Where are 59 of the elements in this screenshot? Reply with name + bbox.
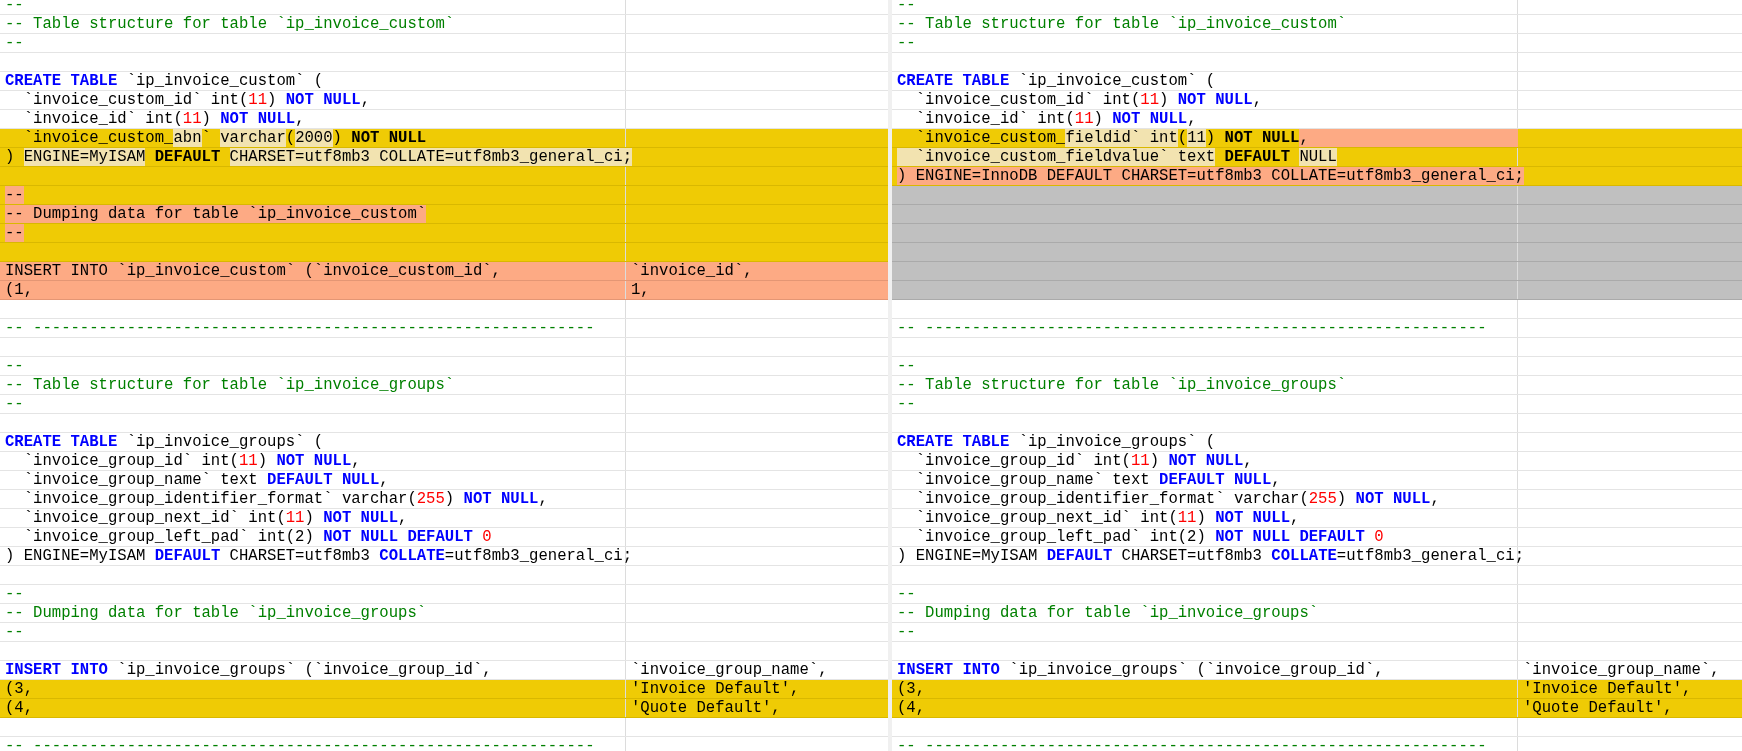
code-line: `invoice_custom_id` int(11) NOT NULL, <box>914 91 1263 109</box>
code-cell-text: `invoice_id`, <box>630 262 754 280</box>
code-line: -- Table structure for table `ip_invoice_custom` <box>896 15 1348 33</box>
code-line: `invoice_group_identifier_format` varchar(255) NOT NULL, <box>914 490 1441 508</box>
code-line: CREATE TABLE `ip_invoice_groups` ( <box>4 433 325 451</box>
code-line: -- <box>4 395 25 413</box>
code-line: (4, <box>896 699 927 717</box>
code-line: CREATE TABLE `ip_invoice_custom` ( <box>4 72 325 90</box>
code-line: `invoice_group_name` text DEFAULT NULL, <box>914 471 1282 489</box>
code-line: INSERT INTO `ip_invoice_groups` (`invoice_group_id`, <box>4 661 493 679</box>
code-line: -- <box>896 357 917 375</box>
code-line: `invoice_custom_fieldvalue` text DEFAULT NULL <box>892 148 1518 166</box>
code-line: `invoice_group_left_pad` int(2) NOT NULL DEFAULT 0 <box>914 528 1385 546</box>
code-line: `invoice_group_next_id` int(11) NOT NULL, <box>22 509 409 527</box>
code-line: -- <box>4 357 25 375</box>
code-line: -- Table structure for table `ip_invoice_groups` <box>4 376 456 394</box>
code-line: -- Table structure for table `ip_invoice_groups` <box>896 376 1348 394</box>
code-line: `invoice_group_name` text DEFAULT NULL, <box>22 471 390 489</box>
code-line: INSERT INTO `ip_invoice_custom` (`invoice_custom_id`, <box>4 262 502 280</box>
code-line: -- <box>896 585 917 603</box>
code-line: -- <box>896 395 917 413</box>
code-line: `invoice_group_next_id` int(11) NOT NULL, <box>914 509 1301 527</box>
code-line: -- <box>896 623 917 641</box>
code-line: -- ------------------------------------------------------------ <box>896 319 1488 337</box>
code-line: `invoice_group_identifier_format` varchar(255) NOT NULL, <box>22 490 549 508</box>
code-line: -- <box>4 34 25 52</box>
code-line: CREATE TABLE `ip_invoice_groups` ( <box>896 433 1217 451</box>
code-line: `invoice_group_id` int(11) NOT NULL, <box>914 452 1254 470</box>
code-line: -- ------------------------------------------------------------ <box>4 319 596 337</box>
code-line: (3, <box>4 680 35 698</box>
code-line: `invoice_group_left_pad` int(2) NOT NULL DEFAULT 0 <box>22 528 493 546</box>
code-cell-text: 'Invoice Default', <box>1522 680 1693 698</box>
code-line: INSERT INTO `ip_invoice_groups` (`invoice_group_id`, <box>896 661 1385 679</box>
code-line: `invoice_group_id` int(11) NOT NULL, <box>22 452 362 470</box>
code-line: (3, <box>896 680 927 698</box>
code-cell-text: 'Quote Default', <box>1522 699 1674 717</box>
code-line: -- Dumping data for table `ip_invoice_groups` <box>896 604 1320 622</box>
code-line: (4, <box>4 699 35 717</box>
code-line: -- <box>4 585 25 603</box>
code-line: -- ------------------------------------------------------------ <box>4 737 596 751</box>
code-line: ) ENGINE=MyISAM DEFAULT CHARSET=utf8mb3 COLLATE=utf8mb3_general_ci; <box>896 547 1524 565</box>
code-line: -- Table structure for table `ip_invoice_custom` <box>4 15 456 33</box>
code-line: -- Dumping data for table `ip_invoice_groups` <box>4 604 428 622</box>
code-line: `invoice_id` int(11) NOT NULL, <box>22 110 306 128</box>
code-line: -- <box>4 623 25 641</box>
code-line: -- <box>896 34 917 52</box>
code-line: -- <box>896 0 917 14</box>
code-line: CREATE TABLE `ip_invoice_custom` ( <box>896 72 1217 90</box>
code-cell-text: 1, <box>630 281 651 299</box>
code-line: -- ------------------------------------------------------------ <box>896 737 1488 751</box>
code-cell-text: `invoice_group_name`, <box>630 661 829 679</box>
code-line: `invoice_id` int(11) NOT NULL, <box>914 110 1198 128</box>
code-cell-text: 'Invoice Default', <box>630 680 801 698</box>
code-line: -- <box>4 0 25 14</box>
code-line: (1, <box>4 281 35 299</box>
code-line: ) ENGINE=MyISAM DEFAULT CHARSET=utf8mb3 COLLATE=utf8mb3_general_ci; <box>4 547 632 565</box>
code-line: `invoice_custom_id` int(11) NOT NULL, <box>22 91 371 109</box>
code-cell-text: 'Quote Default', <box>630 699 782 717</box>
code-cell-text: `invoice_group_name`, <box>1522 661 1721 679</box>
